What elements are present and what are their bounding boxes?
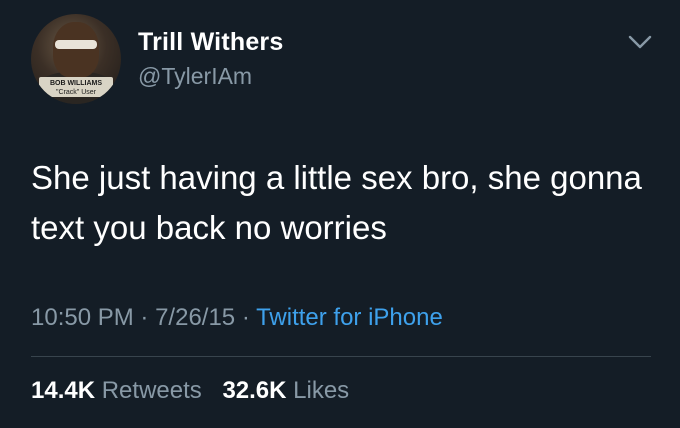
chevron-down-icon[interactable] [627,33,653,51]
avatar-caption-name: BOB WILLIAMS [49,80,103,87]
avatar-caption: BOB WILLIAMS "Crack" User [39,77,113,97]
avatar-face [53,22,99,78]
display-name[interactable]: Trill Withers [138,28,283,57]
likes-count: 32.6K [222,377,287,404]
tweet-text: She just having a little sex bro, she go… [31,159,642,246]
tweet-meta: 10:50 PM · 7/26/15 · Twitter for iPhone [31,304,443,332]
avatar-caption-title: "Crack" User [56,89,96,96]
meta-separator: · [241,304,250,331]
avatar-glasses [55,40,97,49]
meta-separator: · [140,304,149,331]
tweet-source-link[interactable]: Twitter for iPhone [256,304,443,331]
tweet-stats: 14.4K Retweets 32.6K Likes [31,377,349,405]
avatar[interactable]: BOB WILLIAMS "Crack" User [31,14,121,104]
tweet-card: BOB WILLIAMS "Crack" User Trill Withers … [0,0,680,428]
likes-label: Likes [293,377,350,404]
tweet-time[interactable]: 10:50 PM [31,304,134,331]
retweets-label: Retweets [101,377,202,404]
retweets-stat[interactable]: 14.4K Retweets [31,377,208,404]
user-handle[interactable]: @TylerIAm [138,63,252,90]
tweet-date[interactable]: 7/26/15 [155,304,235,331]
retweets-count: 14.4K [31,377,96,404]
divider [31,356,651,357]
likes-stat[interactable]: 32.6K Likes [222,377,349,404]
